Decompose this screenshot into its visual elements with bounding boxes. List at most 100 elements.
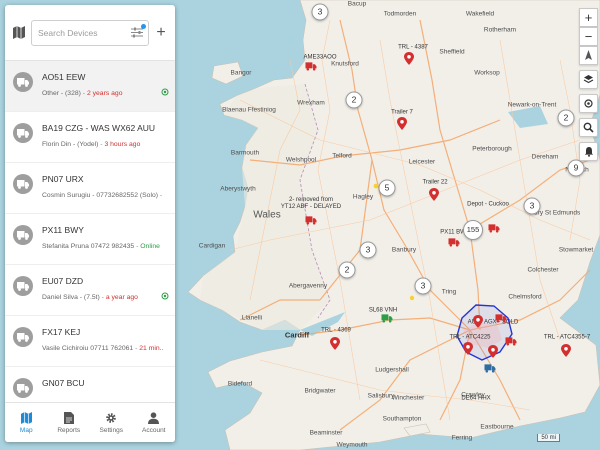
truck-marker-icon[interactable] [305, 58, 317, 76]
truck-icon [17, 332, 29, 342]
device-signal-indicator [161, 287, 169, 305]
nav-reports-label: Reports [57, 426, 81, 434]
marker-cluster[interactable]: 155 [463, 220, 483, 240]
device-subtitle: Daniel Silva - (7.5t) - a year ago [42, 293, 163, 303]
device-list-item[interactable]: PX11 BWY Stefanita Pruna 07472 982435 - O… [5, 214, 175, 265]
search-input[interactable] [38, 27, 130, 38]
filter-active-dot [141, 23, 146, 29]
device-subtitle: Florin Din - (Yodel) - 3 hours ago [42, 140, 163, 150]
device-name: GN07 BCU [42, 378, 85, 388]
compass-button[interactable] [579, 46, 598, 65]
vehicle-marker-label: Trailer 7 [391, 109, 413, 116]
device-subtitle: Other - (328) - 2 years ago [42, 89, 163, 99]
device-info: BA19 CZG - WAS WX62 AUU Florin Din - (Yod… [42, 120, 163, 162]
search-bar: + [5, 5, 175, 61]
truck-marker-icon[interactable] [305, 212, 317, 230]
marker-cluster[interactable]: 3 [414, 277, 432, 295]
device-name: PX11 BWY [42, 225, 84, 235]
device-list: AO51 EEW Other - (328) - 2 years ago BA19 … [5, 61, 175, 401]
device-list-item[interactable]: GN07 BCU [5, 367, 175, 401]
vehicle-marker-label: Trailer 22 [422, 179, 448, 186]
truck-icon [17, 281, 29, 291]
nav-account[interactable]: Account [133, 403, 176, 442]
nav-map[interactable]: Map [5, 403, 48, 442]
device-list-item[interactable]: FX17 KEJ Vasile Cichiroiu 07711 762061 - … [5, 316, 175, 367]
bottom-navigation: Map Reports Settings Account [5, 402, 175, 442]
location-pin-icon[interactable] [429, 188, 439, 206]
location-pin-icon[interactable] [561, 344, 571, 362]
zoom-in-button[interactable]: + [579, 8, 598, 27]
map-icon [20, 411, 32, 424]
device-name: FX17 KEJ [42, 327, 81, 337]
device-name: BA19 CZG - WAS WX62 AUU [42, 123, 156, 133]
device-signal-indicator [161, 83, 169, 101]
nav-reports[interactable]: Reports [48, 403, 91, 442]
gear-icon [106, 412, 117, 423]
truck-marker-icon[interactable] [448, 234, 460, 252]
layers-button[interactable] [579, 70, 598, 89]
device-list-item[interactable]: AO51 EEW Other - (328) - 2 years ago [5, 61, 175, 112]
truck-icon [17, 179, 29, 189]
signal-icon [161, 88, 169, 96]
truck-icon [17, 230, 29, 240]
device-driver: Other - (328) [42, 90, 81, 97]
vehicle-marker-label: DE64 HHX [461, 395, 491, 402]
device-driver: Daniel Silva - (7.5t) [42, 294, 100, 301]
layers-icon [583, 75, 594, 84]
map-view-toggle[interactable] [11, 24, 27, 42]
device-list-item[interactable]: EU07 DZD Daniel Silva - (7.5t) - a year a… [5, 265, 175, 316]
truck-marker-icon[interactable] [505, 333, 517, 351]
location-pin-icon[interactable] [330, 337, 340, 355]
filter-button[interactable] [130, 23, 146, 40]
vehicle-marker-label: TRL - ATC4355-7 [543, 334, 591, 341]
device-name: EU07 DZD [42, 276, 84, 286]
marker-cluster[interactable]: 5 [378, 179, 396, 197]
location-pin-icon[interactable] [397, 117, 407, 135]
locate-button[interactable] [579, 94, 598, 113]
device-list-item[interactable]: BA19 CZG - WAS WX62 AUU Florin Din - (Yod… [5, 112, 175, 163]
device-info: GN07 BCU [42, 375, 163, 401]
alerts-button[interactable] [579, 142, 598, 161]
device-driver: Vasile Cichiroiu 07711 762061 [42, 345, 134, 352]
vehicle-avatar [13, 123, 33, 143]
device-driver: Stefanita Pruna 07472 982435 [42, 243, 135, 250]
location-pin-icon[interactable] [473, 315, 483, 333]
truck-icon [17, 77, 29, 87]
location-pin-icon[interactable] [463, 342, 473, 360]
zoom-out-button[interactable]: − [579, 27, 598, 46]
vehicle-marker-label: 2- removed from YT12 ABF - DELAYED [280, 197, 342, 210]
bell-icon [584, 147, 593, 157]
device-status: 3 hours ago [104, 141, 141, 148]
person-icon [148, 411, 160, 424]
device-info: PN07 URX Cosmin Surugiu - 07732682552 (So… [42, 171, 163, 213]
vehicle-marker-label: Depot - Cuckoo [467, 201, 509, 208]
marker-cluster[interactable]: 3 [311, 3, 329, 21]
device-list-item[interactable]: PN07 URX Cosmin Surugiu - 07732682552 (So… [5, 163, 175, 214]
map-search-button[interactable] [579, 118, 598, 137]
device-subtitle: Cosmin Surugiu - 07732682552 (Solo) - [42, 191, 163, 201]
filter-sliders-icon [131, 27, 143, 38]
device-name: AO51 EEW [42, 72, 86, 82]
device-subtitle: Vasile Cichiroiu 07711 762061 - 21 min..… [42, 344, 163, 354]
device-status: 21 min... [139, 345, 163, 352]
device-driver: Florin Din - (Yodel) [42, 141, 99, 148]
marker-cluster[interactable]: 2 [345, 91, 363, 109]
truck-marker-icon[interactable] [495, 310, 507, 328]
vehicle-marker-label: TRL - 4369 [321, 327, 351, 334]
marker-cluster[interactable]: 2 [338, 261, 356, 279]
vehicle-avatar [13, 72, 33, 92]
vehicle-marker-label: TRL - 4387 [398, 44, 428, 51]
truck-marker-icon[interactable] [381, 310, 393, 328]
marker-cluster[interactable]: 3 [359, 241, 377, 259]
truck-marker-icon[interactable] [484, 360, 496, 378]
device-info: FX17 KEJ Vasile Cichiroiu 07711 762061 - … [42, 324, 163, 366]
map-controls: + − [579, 8, 598, 166]
marker-cluster[interactable]: 2 [557, 109, 575, 127]
nav-settings[interactable]: Settings [90, 403, 133, 442]
location-pin-icon[interactable] [404, 52, 414, 70]
marker-cluster[interactable]: 3 [523, 197, 541, 215]
truck-marker-icon[interactable] [488, 220, 500, 238]
device-status: Online [140, 243, 160, 250]
add-device-button[interactable]: + [153, 24, 169, 42]
signal-icon [161, 292, 169, 300]
